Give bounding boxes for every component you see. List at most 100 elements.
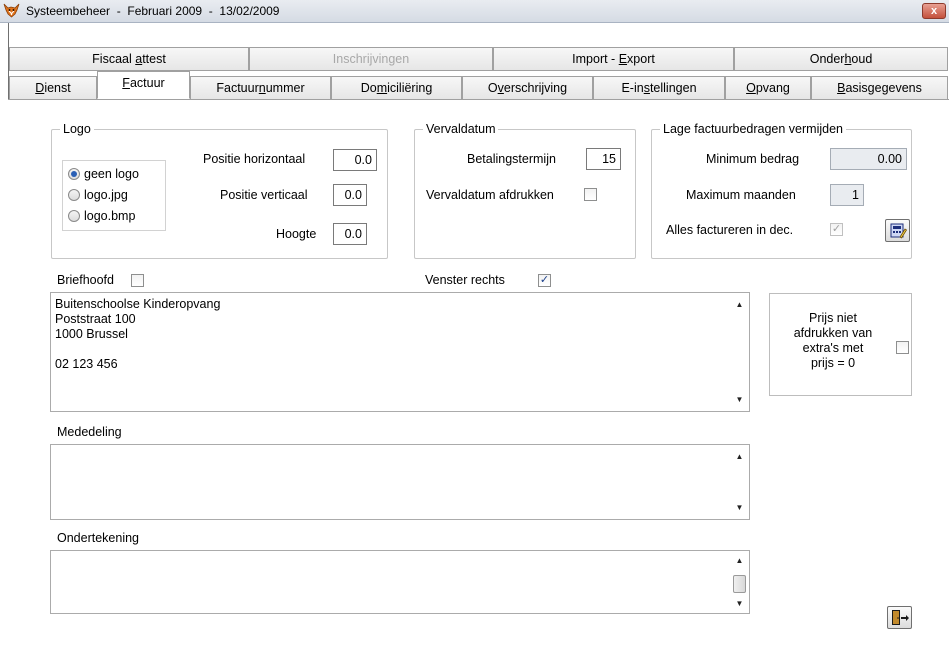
edit-calculator-icon <box>890 223 908 239</box>
close-button[interactable]: x <box>922 3 946 19</box>
tab-label: iciliëring <box>387 81 433 95</box>
positie-verticaal-input[interactable]: 0.0 <box>333 184 367 206</box>
tab-label: ummer <box>265 81 305 95</box>
scroll-up-icon[interactable]: ▲ <box>731 552 748 569</box>
radio-label: geen logo <box>84 167 139 181</box>
lage-group-title: Lage factuurbedragen vermijden <box>660 122 846 136</box>
tab-label: erschrijving <box>503 81 568 95</box>
briefhoofd-line: 02 123 456 <box>55 357 118 371</box>
tab-overschrijving[interactable]: Overschrijving <box>462 76 593 100</box>
scroll-down-icon[interactable]: ▼ <box>731 595 748 612</box>
radio-label: logo.jpg <box>84 188 128 202</box>
briefhoofd-textarea[interactable]: Buitenschoolse Kinderopvang Poststraat 1… <box>50 292 750 412</box>
tab-inschrijvingen: Inschrijvingen <box>249 47 493 71</box>
maximum-maanden-label: Maximum maanden <box>686 188 796 202</box>
tab-factuurnummer[interactable]: Factuurnummer <box>190 76 331 100</box>
prijs-label-line: extra's met <box>802 341 864 355</box>
prijs-label-line: afdrukken van <box>793 326 873 340</box>
tab-opvang[interactable]: Opvang <box>725 76 811 100</box>
briefhoofd-line: Poststraat 100 <box>55 312 136 326</box>
tab-label: actuur <box>129 76 165 90</box>
tab-label-accel: m <box>376 81 388 95</box>
hoogte-label: Hoogte <box>276 227 317 241</box>
alles-factureren-checkbox[interactable] <box>830 223 843 236</box>
tab-label: tellingen <box>649 81 697 95</box>
vervaldatum-group-title: Vervaldatum <box>423 122 499 136</box>
tab-label: xport <box>627 52 655 66</box>
lage-factuurbedragen-group: Lage factuurbedragen vermijden Minimum b… <box>651 122 912 259</box>
tab-label-accel: O <box>746 81 756 95</box>
radio-geen-logo[interactable]: geen logo <box>68 167 139 183</box>
mededeling-label: Mededeling <box>57 425 122 439</box>
scroll-up-icon[interactable]: ▲ <box>731 296 748 313</box>
logo-group-title: Logo <box>60 122 94 136</box>
tab-label: Inschrijvingen <box>332 52 410 66</box>
venster-rechts-checkbox[interactable] <box>538 274 551 287</box>
tab-label: Import - <box>572 52 619 66</box>
vervaldatum-group: Vervaldatum Betalingstermijn 15 Vervalda… <box>414 122 636 259</box>
tab-e-instellingen[interactable]: E-instellingen <box>593 76 725 100</box>
exit-button[interactable] <box>887 606 912 629</box>
mededeling-textarea[interactable]: ▲ ▼ <box>50 444 750 520</box>
prijs-niet-afdrukken-label: Prijs niet afdrukken van extra's met pri… <box>778 311 888 371</box>
tab-strip: Dienst Factuur Factuurnummer Domiciliëri… <box>0 71 949 100</box>
tab-import-export[interactable]: Import - Export <box>493 47 734 71</box>
tab-label: oud <box>851 52 873 66</box>
prijs-label-line: prijs = 0 <box>810 356 856 370</box>
close-icon: x <box>930 5 938 17</box>
venster-rechts-label: Venster rechts <box>425 273 505 287</box>
logo-group: Logo geen logo logo.jpg logo.bmp Positie… <box>51 122 388 259</box>
vervaldatum-afdrukken-checkbox[interactable] <box>584 188 597 201</box>
briefhoofd-checkbox[interactable] <box>131 274 144 287</box>
hoogte-input[interactable]: 0.0 <box>333 223 367 245</box>
alles-factureren-label: Alles factureren in dec. <box>666 223 794 237</box>
tab-factuur[interactable]: Factuur <box>97 71 190 99</box>
briefhoofd-scrollbar[interactable]: ▲ ▼ <box>731 294 748 410</box>
radio-button[interactable] <box>68 210 80 222</box>
radio-logo-bmp[interactable]: logo.bmp <box>68 209 135 225</box>
scroll-down-icon[interactable]: ▼ <box>731 391 748 408</box>
ondertekening-scrollbar[interactable]: ▲ ▼ <box>731 552 748 612</box>
radio-button[interactable] <box>68 168 80 180</box>
tab-label-accel: D <box>35 81 45 95</box>
positie-horizontaal-label: Positie horizontaal <box>203 152 306 166</box>
scroll-down-icon[interactable]: ▼ <box>731 499 748 516</box>
minimum-bedrag-input[interactable]: 0.00 <box>830 148 907 170</box>
prijs-label-line: Prijs niet <box>809 311 857 325</box>
logo-radio-group: geen logo logo.jpg logo.bmp <box>62 160 166 231</box>
tab-fiscaal-attest[interactable]: Fiscaal attest <box>9 47 249 71</box>
application-window: Systeembeheer - Februari 2009 - 13/02/20… <box>0 0 949 665</box>
scroll-thumb[interactable] <box>733 575 746 593</box>
tab-label: ienst <box>44 81 71 95</box>
edit-button[interactable] <box>885 219 910 242</box>
minimum-bedrag-label: Minimum bedrag <box>706 152 800 166</box>
tab-domiciliering[interactable]: Domiciliëring <box>331 76 462 100</box>
tab-basisgegevens[interactable]: Basisgegevens <box>811 76 948 100</box>
ondertekening-textarea[interactable]: ▲ ▼ <box>50 550 750 614</box>
vervaldatum-afdrukken-label: Vervaldatum afdrukken <box>426 188 554 202</box>
tab-label: Onder <box>809 52 845 66</box>
tab-label: pvang <box>755 81 790 95</box>
scroll-up-icon[interactable]: ▲ <box>731 448 748 465</box>
prijs-niet-afdrukken-checkbox[interactable] <box>896 341 909 354</box>
tab-label: Fiscaal <box>92 52 136 66</box>
fox-icon <box>3 3 20 18</box>
mededeling-scrollbar[interactable]: ▲ ▼ <box>731 446 748 518</box>
tab-label-accel: F <box>122 76 130 90</box>
maximum-maanden-input[interactable]: 1 <box>830 184 864 206</box>
tab-dienst[interactable]: Dienst <box>9 76 97 100</box>
radio-logo-jpg[interactable]: logo.jpg <box>68 188 128 204</box>
tab-label-accel: E <box>618 52 628 66</box>
radio-button[interactable] <box>68 189 80 201</box>
prijs-niet-afdrukken-box: Prijs niet afdrukken van extra's met pri… <box>769 293 912 396</box>
tab-label: E-in <box>621 81 644 95</box>
title-bar: Systeembeheer - Februari 2009 - 13/02/20… <box>0 0 949 23</box>
tab-label: asisgegevens <box>845 81 922 95</box>
positie-horizontaal-input[interactable]: 0.0 <box>333 149 377 171</box>
positie-verticaal-label: Positie verticaal <box>220 188 308 202</box>
briefhoofd-line: Buitenschoolse Kinderopvang <box>55 297 221 311</box>
briefhoofd-text: Buitenschoolse Kinderopvang Poststraat 1… <box>55 297 220 372</box>
betalingstermijn-input[interactable]: 15 <box>586 148 621 170</box>
tab-label: O <box>487 81 498 95</box>
tab-onderhoud[interactable]: Onderhoud <box>734 47 948 71</box>
